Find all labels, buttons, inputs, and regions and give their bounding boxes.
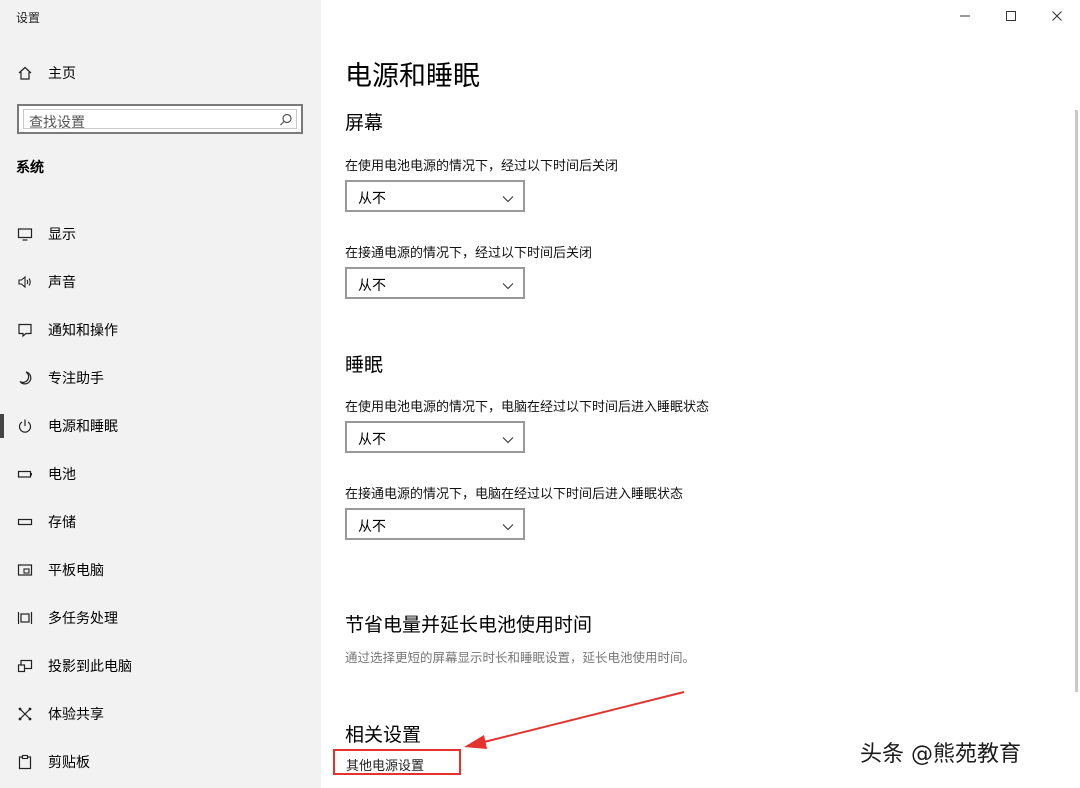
annotation-arrow bbox=[464, 691, 685, 749]
watermark: 头条 @熊苑教育 bbox=[860, 742, 1021, 767]
